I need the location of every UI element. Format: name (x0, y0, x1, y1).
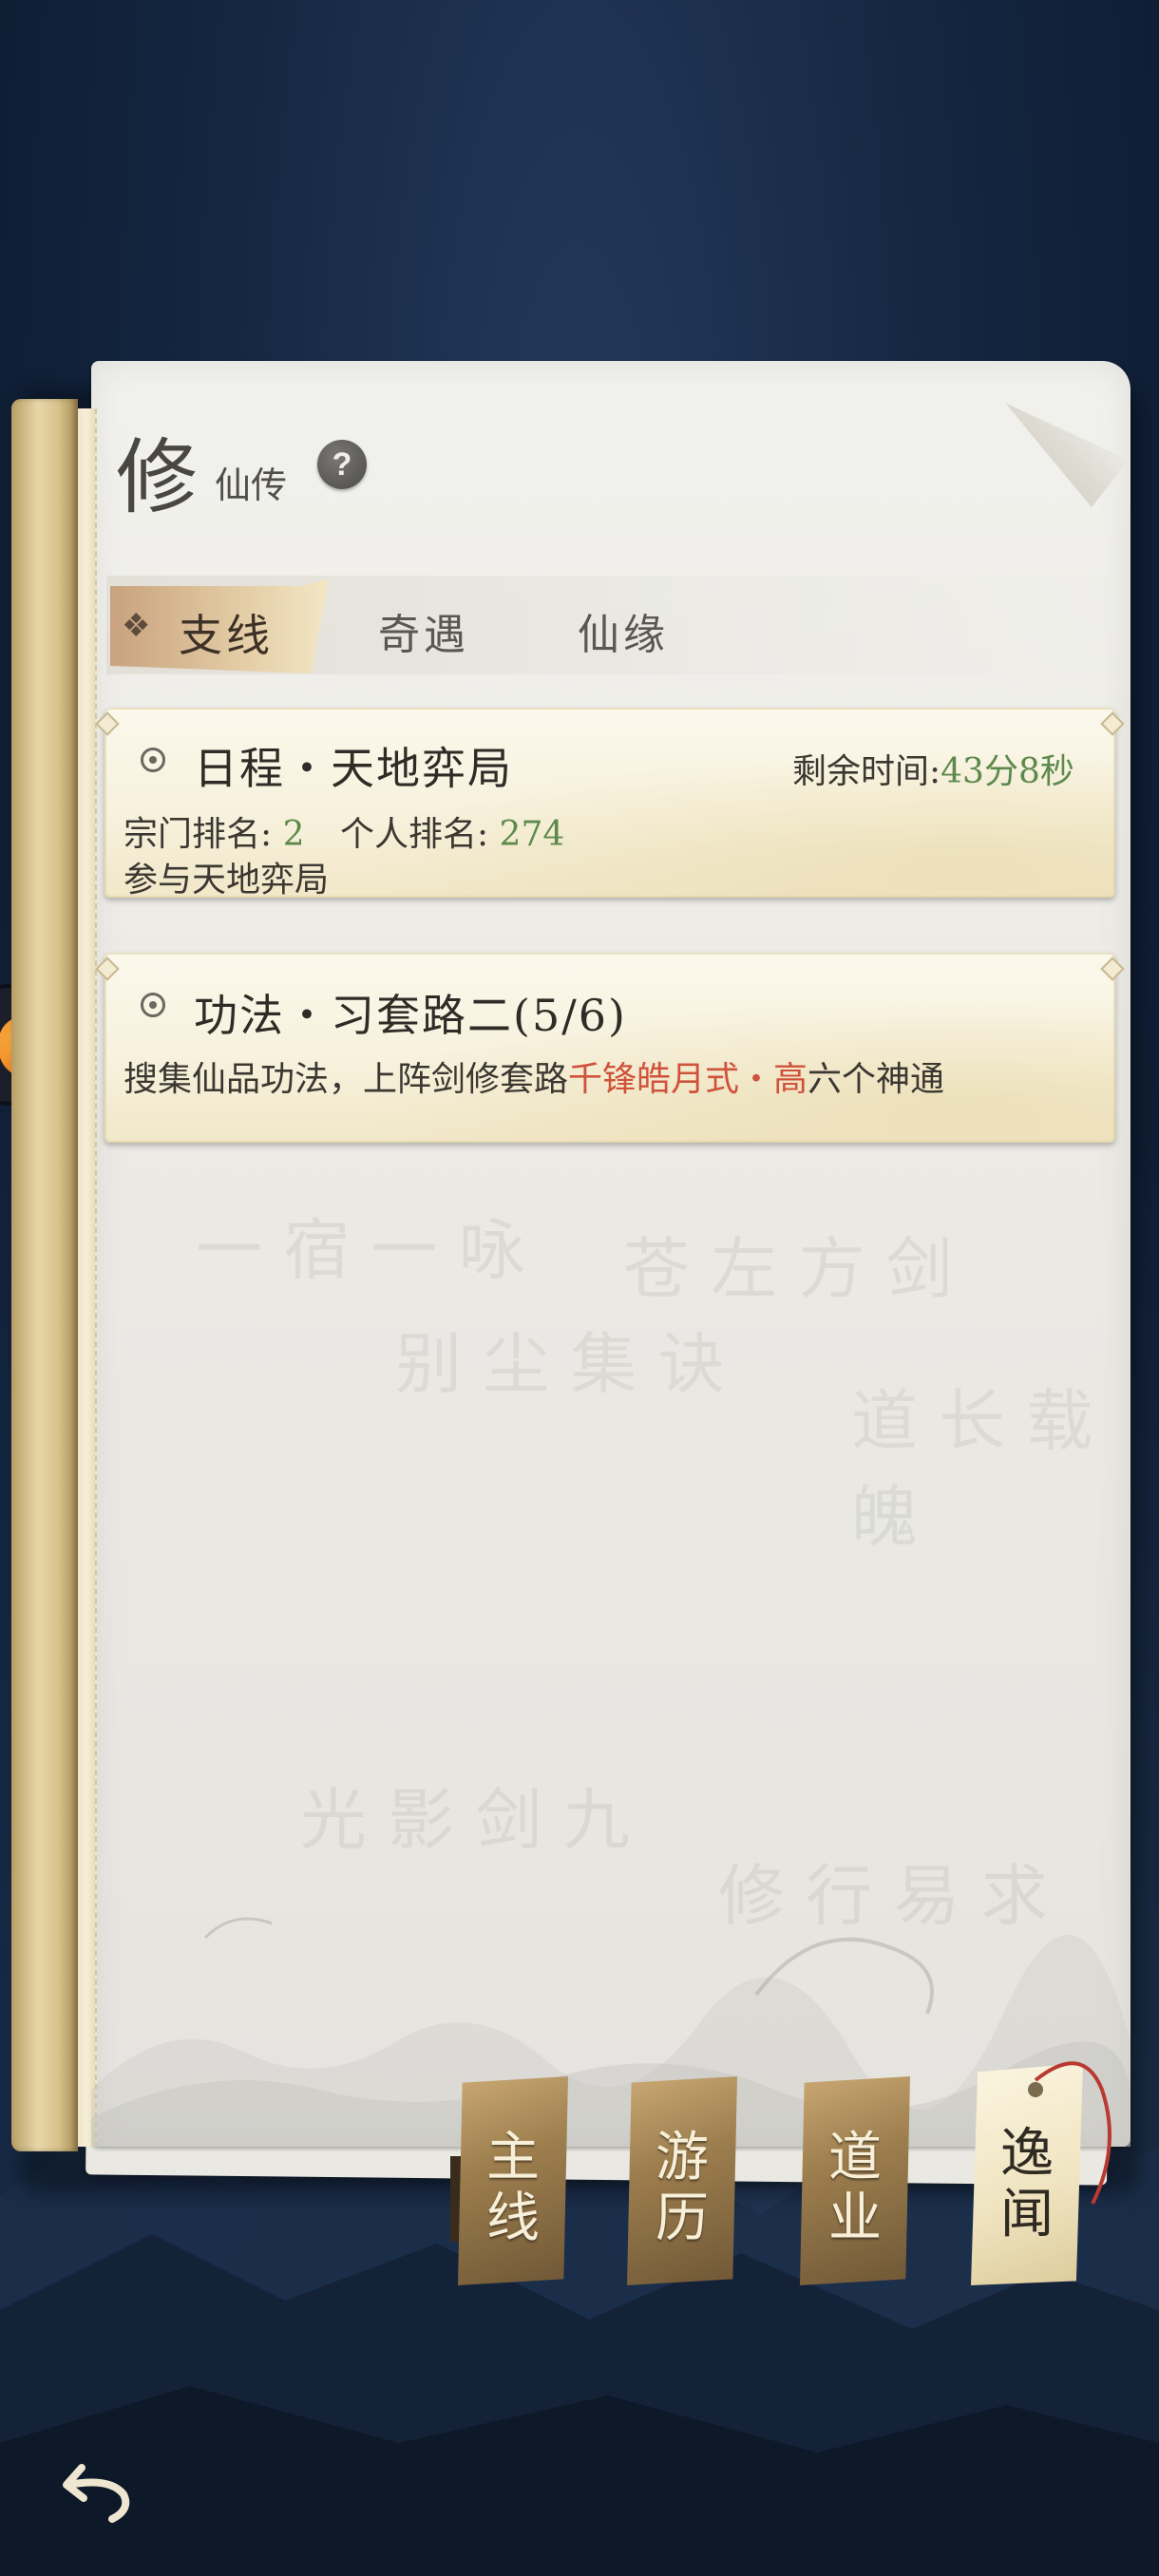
bookmark-label: 道业 (828, 2127, 882, 2249)
timer-label: 剩余时间: (792, 752, 941, 791)
bookmark-label: 游历 (656, 2127, 709, 2249)
quest-ranks: 宗门排名: 2 个人排名: 274 (124, 806, 564, 856)
calligraphy-bg: 道 长 载 魄 (851, 1382, 1093, 1556)
quest-card[interactable]: 日程・天地弈局 剩余时间:43分8秒 宗门排名: 2 个人排名: 274 参与天… (104, 708, 1115, 900)
personal-rank-value: 274 (499, 815, 565, 854)
sect-rank-label: 宗门排名: (124, 815, 273, 854)
help-icon[interactable]: ? (317, 440, 367, 489)
tab-immortal-bond[interactable]: 仙缘 (578, 600, 669, 661)
quest-title: 日程・天地弈局 (194, 743, 513, 794)
bookmark-dao-career[interactable]: 道业 (800, 2076, 910, 2285)
back-arrow-icon[interactable] (53, 2439, 144, 2530)
bookmark-travel[interactable]: 游历 (627, 2076, 737, 2285)
tab-encounter[interactable]: 奇遇 (378, 600, 469, 661)
calligraphy-bg: 苍 左 方 剑 (623, 1230, 953, 1308)
bookmark-main-quest[interactable]: 主线 (458, 2076, 568, 2285)
calligraphy-bg: 别 尘 集 诀 (395, 1325, 725, 1403)
book-spine (11, 399, 78, 2151)
bookmark-label: 主线 (486, 2127, 540, 2249)
radio-bullet-icon (141, 993, 165, 1017)
tag-string (1034, 2061, 1112, 2205)
sect-rank-value: 2 (282, 815, 305, 854)
description-highlight: 千锋皓月式・高 (568, 1060, 808, 1099)
radio-bullet-icon (141, 748, 165, 772)
quest-title: 功法・习套路二(5/6) (194, 990, 627, 1041)
description-text: 六个神通 (808, 1060, 945, 1099)
tab-branch[interactable]: ❖ 支线 (110, 578, 329, 673)
quest-description: 搜集仙品功法，上阵剑修套路千锋皓月式・高六个神通 (124, 1051, 944, 1101)
wave-decoration (91, 1917, 1130, 2147)
page-title-sub: 仙传 (215, 464, 288, 506)
quest-card[interactable]: 功法・习套路二(5/6) 搜集仙品功法，上阵剑修套路千锋皓月式・高六个神通 (104, 953, 1115, 1143)
page-title-main: 修 (116, 430, 198, 525)
calligraphy-bg: 一 宿 一 咏 (196, 1211, 525, 1289)
description-text: 搜集仙品功法，上阵剑修套路 (124, 1060, 569, 1099)
personal-rank-label: 个人排名: (339, 815, 489, 854)
timer-value: 43分8秒 (940, 752, 1074, 791)
tab-label: 支线 (179, 610, 274, 661)
quest-description: 参与天地弈局 (124, 861, 330, 900)
diamond-icon: ❖ (122, 607, 151, 645)
quest-timer: 剩余时间:43分8秒 (792, 744, 1074, 793)
